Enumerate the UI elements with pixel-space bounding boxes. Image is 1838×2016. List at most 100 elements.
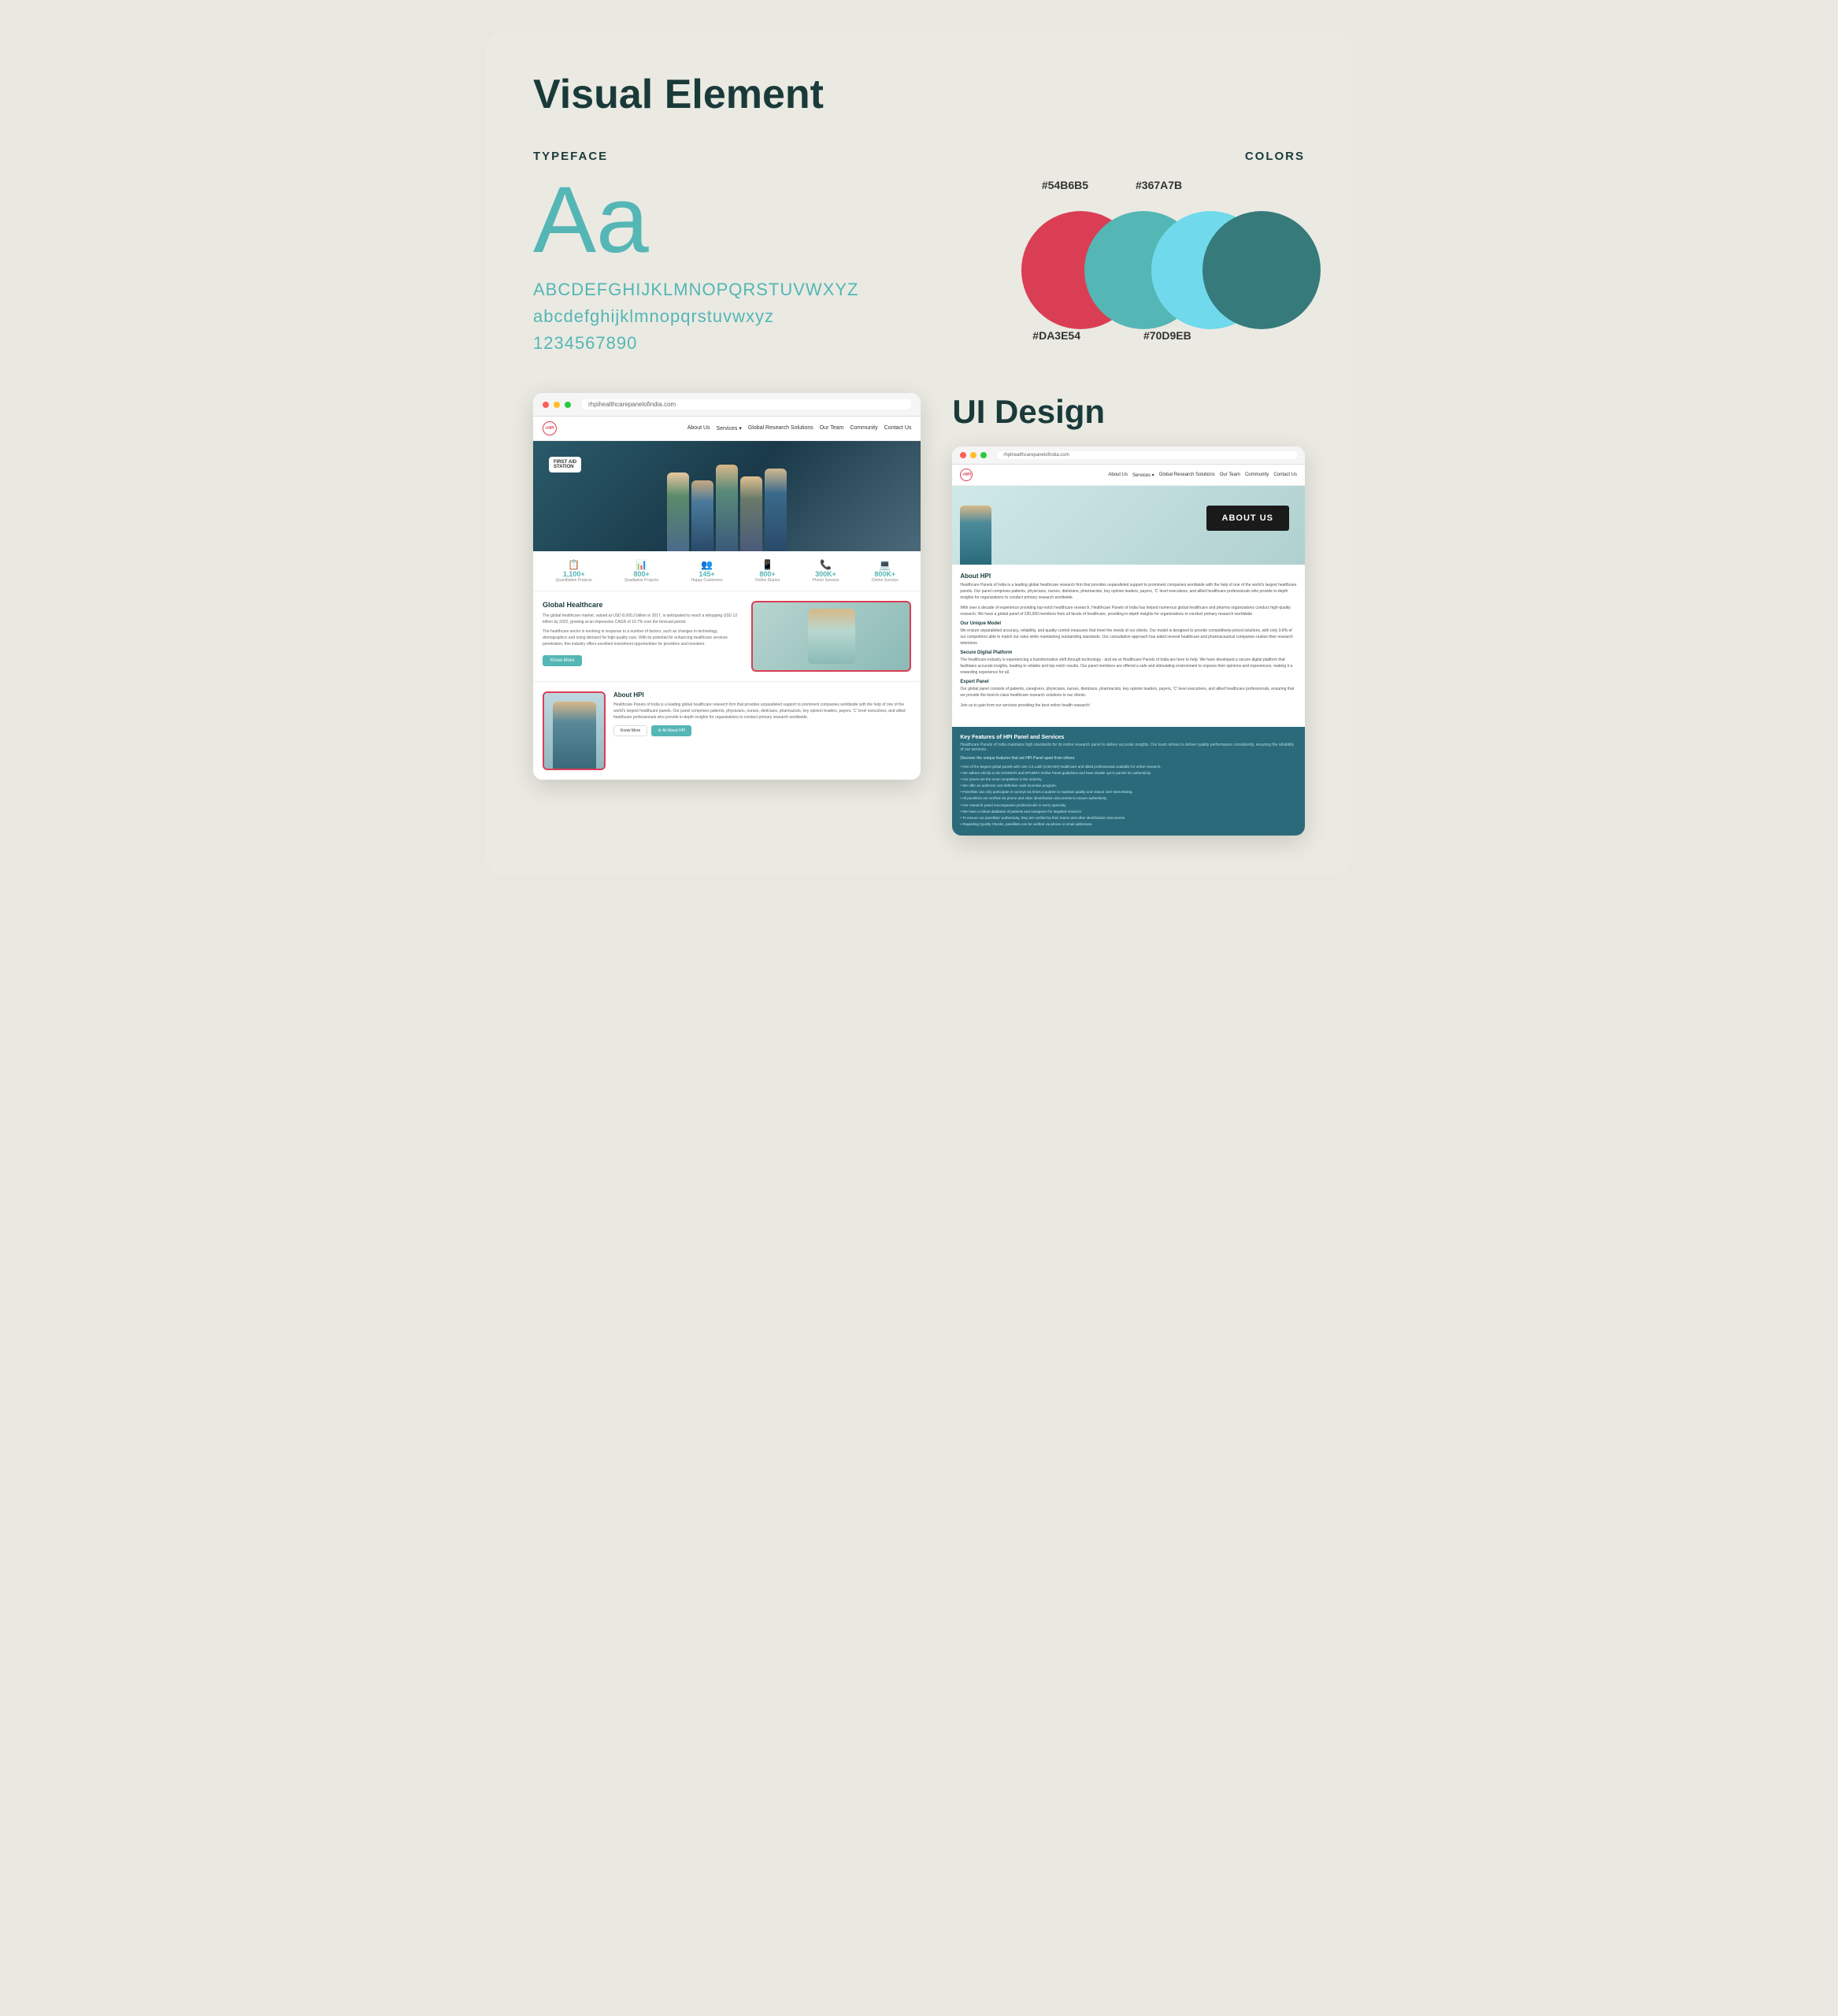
doctor-figure xyxy=(808,609,855,664)
expert-panel-text: Our global panel consists of patients, c… xyxy=(960,686,1297,699)
first-aid-sign: FIRST AIDSTATION xyxy=(549,457,581,472)
global-text-1: The global healthcare market, valued at … xyxy=(543,613,743,625)
stat-icon-2: 📊 xyxy=(624,559,658,570)
hero-doctor-figure xyxy=(960,506,991,565)
feature-item-2: • We adhere strictly to the ESOMAR and E… xyxy=(960,770,1297,776)
stat-num-2: 800+ xyxy=(624,570,658,578)
know-more-button[interactable]: Know More xyxy=(543,655,582,666)
feature-item-6: • All panellists are verified via phone … xyxy=(960,795,1297,802)
r-nav-global[interactable]: Global Research Solutions xyxy=(1159,472,1215,478)
site-nav-left: +HPI About Us Services ▾ Global Research… xyxy=(533,417,921,441)
colors-section: COLORS #54B6B5 #367A7B #DA3E54 #70D9EB xyxy=(935,150,1305,342)
typeface-section: TYPEFACE Aa ABCDEFGHIJKLMNOPQRSTUVWXYZ a… xyxy=(533,150,903,354)
key-features-list: • One of the largest global panels with … xyxy=(960,764,1297,828)
feature-item-7: • Our research panel encompasses profess… xyxy=(960,802,1297,809)
stat-label-5: Phone Surveys xyxy=(813,578,839,583)
r-dot-red xyxy=(960,452,966,458)
stat-num-4: 800+ xyxy=(755,570,780,578)
hex-label-dark-teal: #367A7B xyxy=(1136,179,1182,191)
nav-team[interactable]: Our Team xyxy=(820,425,844,432)
hex-label-teal: #54B6B5 xyxy=(1042,179,1088,191)
site-logo-left: +HPI xyxy=(543,421,557,435)
about-us-badge: ABOUT US xyxy=(1206,506,1289,531)
unique-model-title: Our Unique Model xyxy=(960,621,1297,626)
feature-item-8: • We have a robust database of patients … xyxy=(960,809,1297,815)
about-hpi-btn[interactable]: ⚙ All About HPI xyxy=(651,725,691,736)
about-hpi-title-right: About HPI xyxy=(960,573,1297,580)
feature-item-4: • We offer an authentic and definitive c… xyxy=(960,783,1297,789)
site-nav-right: +HPI About Us Services ▾ Global Research… xyxy=(952,465,1305,486)
join-text: Join us to gain from our services provid… xyxy=(960,702,1297,709)
site-logo-right: +HPI xyxy=(960,469,973,481)
nav-community[interactable]: Community xyxy=(850,425,877,432)
hero-doctor-body xyxy=(960,506,991,565)
feature-item-1: • One of the largest global panels with … xyxy=(960,764,1297,770)
person-4 xyxy=(740,476,762,551)
about-know-more-btn[interactable]: Know More xyxy=(613,725,647,736)
about-hpi-buttons: Know More ⚙ All About HPI xyxy=(613,725,911,736)
stat-online: 💻 800K+ Online Surveys xyxy=(872,559,899,583)
nav-links-left: About Us Services ▾ Global Research Solu… xyxy=(687,425,912,432)
ui-design-title: UI Design xyxy=(952,393,1305,431)
stat-num-6: 800K+ xyxy=(872,570,899,578)
about-hpi-content-right: About HPI Healthcare Panels of India is … xyxy=(952,565,1305,721)
digital-platform-text: The healthcare industry is experiencing … xyxy=(960,657,1297,676)
hero-image-left: FIRST AIDSTATION xyxy=(533,441,921,551)
stat-icon-5: 📞 xyxy=(813,559,839,570)
stat-quantitative: 📋 1,100+ Quantitative Projects xyxy=(556,559,592,583)
hex-label-light-blue: #70D9EB xyxy=(1143,329,1191,342)
stat-diaries: 📱 800+ Online Diaries xyxy=(755,559,780,583)
about-hpi-image xyxy=(543,691,606,770)
stat-num-1: 1,100+ xyxy=(556,570,592,578)
browser-dot-yellow xyxy=(554,402,560,408)
key-features-subtitle: Healthcare Panels of India maintains hig… xyxy=(960,743,1297,752)
stat-qualitative: 📊 800+ Qualitative Projects xyxy=(624,559,658,583)
r-nav-team[interactable]: Our Team xyxy=(1220,472,1240,478)
nav-links-right: About Us Services ▾ Global Research Solu… xyxy=(1108,472,1297,478)
person-3 xyxy=(716,465,738,551)
r-dot-green xyxy=(980,452,987,458)
nav-contact[interactable]: Contact Us xyxy=(884,425,912,432)
hex-label-red: #DA3E54 xyxy=(1032,329,1080,342)
alphabet-uppercase: ABCDEFGHIJKLMNOPQRSTUVWXYZ xyxy=(533,280,903,300)
global-text-2: The healthcare sector is evolving in res… xyxy=(543,628,743,647)
left-browser-mockup: rhpihealthcarepanelofindia.com +HPI Abou… xyxy=(533,393,921,780)
typeface-colors-section: TYPEFACE Aa ABCDEFGHIJKLMNOPQRSTUVWXYZ a… xyxy=(533,150,1305,354)
about-hpi-intro: Healthcare Panels of India is a leading … xyxy=(960,582,1297,601)
browser-address-left: rhpihealthcarepanelofindia.com xyxy=(582,399,911,410)
person-2 xyxy=(691,480,713,551)
page-title: Visual Element xyxy=(533,71,1305,118)
right-browser-mockup: rhpihealthcarepanelofindia.com +HPI Abou… xyxy=(952,447,1305,836)
right-hero: ABOUT US xyxy=(952,486,1305,565)
nav-services[interactable]: Services ▾ xyxy=(717,425,742,432)
nav-about[interactable]: About Us xyxy=(687,425,710,432)
feature-item-5: • Panellists can only participate in sur… xyxy=(960,789,1297,795)
key-features-discover: Discover the unique features that set HP… xyxy=(960,756,1297,761)
global-healthcare-section: Global Healthcare The global healthcare … xyxy=(533,591,921,681)
r-nav-contact[interactable]: Contact Us xyxy=(1273,472,1297,478)
stat-label-6: Online Surveys xyxy=(872,578,899,583)
stat-icon-3: 👥 xyxy=(691,559,723,570)
color-swatch-dark-teal xyxy=(1202,211,1321,329)
alphabet-numbers: 1234567890 xyxy=(533,333,903,354)
stats-row: 📋 1,100+ Quantitative Projects 📊 800+ Qu… xyxy=(533,551,921,591)
stat-icon-1: 📋 xyxy=(556,559,592,570)
about-person-figure xyxy=(553,702,596,769)
right-section: UI Design rhpihealthcarepanelofindia.com… xyxy=(952,393,1305,836)
typeface-label: TYPEFACE xyxy=(533,150,903,163)
feature-item-9: • To ensure our panellists' authenticity… xyxy=(960,815,1297,821)
r-nav-about[interactable]: About Us xyxy=(1108,472,1128,478)
r-nav-community[interactable]: Community xyxy=(1245,472,1269,478)
stat-label-3: Happy Customers xyxy=(691,578,723,583)
stat-label-4: Online Diaries xyxy=(755,578,780,583)
stat-label-2: Qualitative Projects xyxy=(624,578,658,583)
digital-platform-title: Secure Digital Platform xyxy=(960,650,1297,655)
r-dot-yellow xyxy=(970,452,976,458)
person-1 xyxy=(667,472,689,551)
global-heading: Global Healthcare xyxy=(543,601,743,609)
stat-happy: 👥 145+ Happy Customers xyxy=(691,559,723,583)
r-nav-services[interactable]: Services ▾ xyxy=(1132,472,1154,478)
key-features-box: Key Features of HPI Panel and Services H… xyxy=(952,727,1305,836)
nav-global[interactable]: Global Research Solutions xyxy=(748,425,813,432)
browser-dot-green xyxy=(565,402,571,408)
